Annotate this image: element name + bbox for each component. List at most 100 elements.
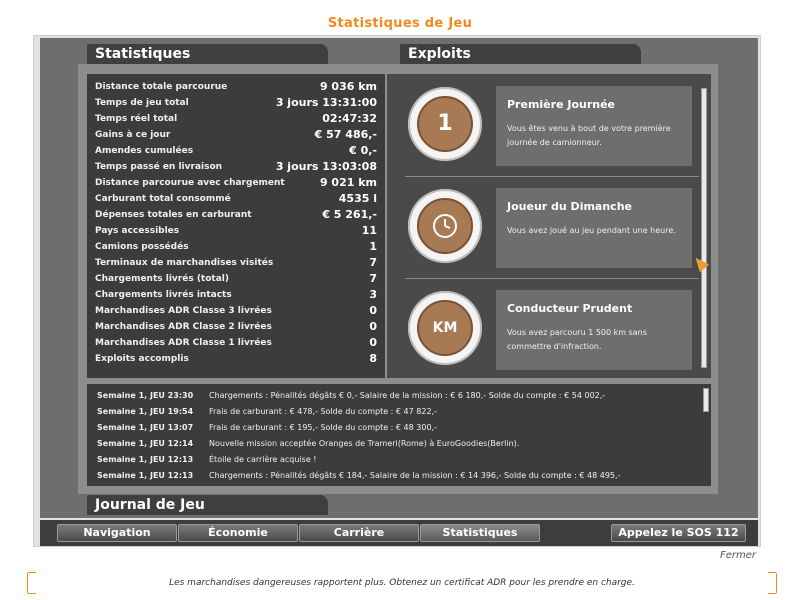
log-time: Semaine 1, JEU 12:13 [97,455,194,464]
log-scrollbar[interactable] [703,388,709,412]
log-message: Chargements : Pénalités dégâts € 184,- S… [209,471,621,480]
log-message: Frais de carburant : € 478,- Solde du co… [209,407,437,416]
stat-label: Pays accessibles [95,226,180,236]
stat-label: Temps réel total [95,114,178,124]
stat-value: 0 [369,320,377,333]
stat-label: Exploits accomplis [95,354,189,364]
stat-row: Marchandises ADR Classe 3 livrées 0 [95,304,381,320]
stat-value: 0 [369,304,377,317]
stat-row: Chargements livrés (total) 7 [95,272,381,288]
medal-km: KM [432,320,458,336]
medal-number: 1 [437,111,453,136]
log-time: Semaine 1, JEU 23:30 [97,391,194,400]
log-message: Nouvelle mission acceptée Oranges de Tra… [209,439,520,448]
nav-economie-button[interactable]: Économie [178,524,298,542]
game-log-panel: Semaine 1, JEU 23:30 Chargements : Pénali… [87,384,711,486]
stat-value: 7 [369,272,377,285]
stat-row: Pays accessibles 11 [95,224,381,240]
stat-row: Amendes cumulées € 0,- [95,144,381,160]
window-title: Statistiques de Jeu [327,16,473,31]
stat-label: Dépenses totales en carburant [95,210,252,220]
stat-row: Exploits accomplis 8 [95,352,381,368]
close-link[interactable]: Fermer [720,550,756,561]
achievement-divider [405,278,699,279]
stat-row: Temps réel total 02:47:32 [95,112,381,128]
stat-label: Chargements livrés (total) [95,274,229,284]
stat-value: 11 [361,224,377,237]
stat-value: 3 jours 13:03:08 [275,160,377,173]
stat-value: 1 [369,240,377,253]
stat-value: 8 [369,352,377,365]
log-time: Semaine 1, JEU 19:54 [97,407,194,416]
stat-label: Amendes cumulées [95,146,194,156]
stat-label: Gains à ce jour [95,130,171,140]
sos-112-button[interactable]: Appelez le SOS 112 [611,524,746,542]
achievement-card: Joueur du Dimanche Vous avez joué au jeu… [496,188,692,268]
nav-statistiques-button[interactable]: Statistiques [420,524,540,542]
achievement-title: Conducteur Prudent [507,302,633,315]
stat-row: Distance parcourue avec chargement 9 021 … [95,176,381,192]
achievement-card: Première Journée Vous êtes venu à bout d… [496,86,692,166]
tab-journal: Journal de Jeu [87,495,328,515]
clock-icon [417,198,473,254]
stat-label: Carburant total consommé [95,194,231,204]
tip-banner: Les marchandises dangereuses rapportent … [27,572,777,594]
tab-statistiques: Statistiques [87,44,328,64]
stat-row: Marchandises ADR Classe 2 livrées 0 [95,320,381,336]
stat-label: Terminaux de marchandises visités [95,258,274,268]
achievement-desc: Vous avez joué au jeu pendant une heure. [507,226,676,235]
medal-badge: 1 [408,87,482,161]
stat-row: Temps passé en livraison 3 jours 13:03:08 [95,160,381,176]
achievements-panel: 1 Première Journée Vous êtes venu à bout… [387,74,711,378]
stat-value: 3 jours 13:31:00 [275,96,377,109]
stat-row: Camions possédés 1 [95,240,381,256]
nav-navigation-button[interactable]: Navigation [57,524,177,542]
achievements-scrollbar[interactable] [701,88,707,368]
achievement-title: Première Journée [507,98,616,111]
stat-row: Gains à ce jour € 57 486,- [95,128,381,144]
stats-panel: Distance totale parcourue 9 036 km Temps … [87,74,385,378]
km-badge-icon: KM [417,300,473,356]
stat-label: Temps de jeu total [95,98,189,108]
stat-label: Chargements livrés intacts [95,290,232,300]
stat-label: Marchandises ADR Classe 2 livrées [95,322,272,332]
laurel-medal-icon: 1 [417,96,473,152]
log-message: Étoile de carrière acquise ! [209,455,317,464]
log-message: Frais de carburant : € 195,- Solde du co… [209,423,437,432]
log-time: Semaine 1, JEU 12:13 [97,471,194,480]
stat-row: Dépenses totales en carburant € 5 261,- [95,208,381,224]
log-message: Chargements : Pénalités dégâts € 0,- Sal… [209,391,606,400]
stat-value: € 0,- [349,144,377,157]
stat-row: Carburant total consommé 4535 l [95,192,381,208]
medal-badge: KM [408,291,482,365]
stat-value: 9 036 km [319,80,377,93]
stat-label: Temps passé en livraison [95,162,223,172]
nav-carriere-button[interactable]: Carrière [299,524,419,542]
stat-row: Chargements livrés intacts 3 [95,288,381,304]
log-time: Semaine 1, JEU 13:07 [97,423,194,432]
stat-row: Temps de jeu total 3 jours 13:31:00 [95,96,381,112]
tab-exploits: Exploits [400,44,641,64]
stat-label: Marchandises ADR Classe 1 livrées [95,338,272,348]
log-time: Semaine 1, JEU 12:14 [97,439,194,448]
stat-label: Distance totale parcourue [95,82,228,92]
stat-label: Marchandises ADR Classe 3 livrées [95,306,272,316]
achievement-title: Joueur du Dimanche [507,200,632,213]
stat-value: € 5 261,- [322,208,377,221]
stat-label: Distance parcourue avec chargement [95,178,285,188]
stat-value: 9 021 km [319,176,377,189]
stat-value: 0 [369,336,377,349]
stat-value: 02:47:32 [322,112,377,125]
achievement-desc: Vous êtes venu à bout de votre première … [507,124,671,147]
medal-badge [408,189,482,263]
stat-row: Marchandises ADR Classe 1 livrées 0 [95,336,381,352]
clock-face-icon [433,214,457,238]
stat-value: € 57 486,- [314,128,377,141]
achievement-desc: Vous avez parcouru 1 500 km sans commett… [507,328,647,351]
stat-value: 3 [369,288,377,301]
achievement-divider [405,176,699,177]
stat-value: 7 [369,256,377,269]
stat-row: Distance totale parcourue 9 036 km [95,80,381,96]
stat-value: 4535 l [338,192,377,205]
stat-row: Terminaux de marchandises visités 7 [95,256,381,272]
